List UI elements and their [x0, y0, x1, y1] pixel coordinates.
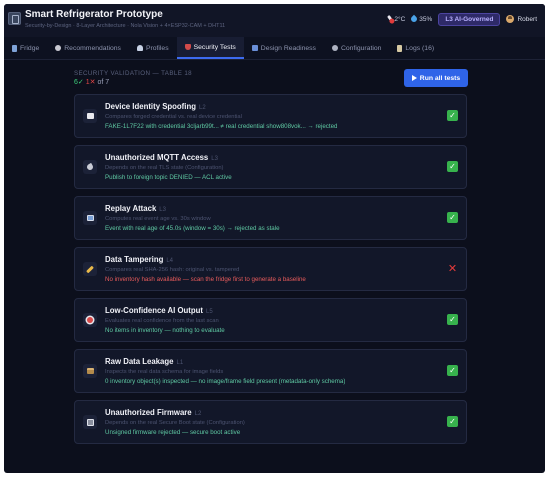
test-card-unauthorized-firmware: Unauthorized Firmware L2 Depends on the r…	[74, 400, 467, 444]
tab-label: Logs (16)	[405, 44, 435, 52]
target-icon	[83, 313, 97, 327]
test-level: L2	[194, 411, 202, 417]
test-description: Inspects the real data schema for image …	[105, 369, 224, 375]
tab-configuration[interactable]: Configuration	[324, 37, 389, 59]
tab-label: Profiles	[145, 44, 169, 52]
pass-check-icon: ✓	[447, 110, 458, 121]
chart-icon	[251, 45, 258, 51]
tab-bar: Fridge Recommendations Profiles Security…	[4, 37, 545, 60]
pencil-icon	[83, 262, 97, 276]
box-icon	[83, 364, 97, 378]
play-icon	[411, 75, 417, 81]
pass-check-icon: ✓	[447, 365, 458, 376]
app-title: Smart Refrigerator Prototype	[25, 9, 163, 20]
floppy-icon	[83, 415, 97, 429]
pass-check-icon: ✓	[447, 161, 458, 172]
run-all-tests-label: Run all tests	[419, 74, 461, 82]
test-title: Unauthorized MQTT Access L3	[105, 153, 218, 162]
tab-recommendations[interactable]: Recommendations	[47, 37, 129, 59]
test-card-low-confidence-ai-output: Low-Confidence AI Output L5 Evaluates rea…	[74, 298, 467, 342]
pass-check-icon: ✓	[447, 416, 458, 427]
test-title: Replay Attack L3	[105, 204, 166, 213]
pass-check-icon: ✓	[447, 314, 458, 325]
test-card-data-tampering: Data Tampering L4 Compares real SHA-256 h…	[74, 247, 467, 291]
pass-check-icon: ✓	[447, 212, 458, 223]
test-description: Computes real event age vs. 30s window	[105, 216, 211, 222]
test-level: L3	[211, 156, 218, 162]
test-result: Unsigned firmware rejected — secure boot…	[105, 429, 241, 436]
test-description: Depends on the real TLS state (Configura…	[105, 165, 224, 171]
tab-logs[interactable]: Logs (16)	[389, 37, 442, 59]
test-description: Depends on the real Secure Boot state (C…	[105, 420, 245, 426]
test-result: No inventory hash available — scan the f…	[105, 276, 306, 283]
user-name: Robert	[517, 15, 537, 23]
test-result: Event with real age of 45.0s (window = 3…	[105, 225, 280, 232]
test-card-device-identity-spoofing: Device Identity Spoofing L2 Compares forg…	[74, 94, 467, 138]
humidity-value: 35%	[419, 15, 433, 23]
total-count: of 7	[97, 79, 110, 86]
fridge-icon	[12, 44, 17, 52]
satellite-icon	[83, 160, 97, 174]
humidity-readout: 35%	[410, 14, 433, 24]
replay-icon	[83, 211, 97, 225]
test-result: 0 inventory object(s) inspected — no ima…	[105, 378, 346, 385]
logs-icon	[397, 44, 403, 52]
tab-fridge[interactable]: Fridge	[4, 37, 47, 59]
security-tests-panel: SECURITY VALIDATION — TABLE 18 6✓ 1✕ of …	[4, 61, 545, 473]
droplet-icon	[410, 14, 419, 24]
governance-level-badge: L3 AI-Governed	[438, 12, 501, 26]
tab-profiles[interactable]: Profiles	[129, 37, 177, 59]
app-window: Smart Refrigerator Prototype Security-by…	[4, 4, 545, 473]
thermometer-icon	[387, 14, 395, 24]
run-all-tests-button[interactable]: Run all tests	[404, 69, 468, 87]
test-level: L1	[176, 360, 184, 366]
test-result: Publish to foreign topic DENIED — ACL ac…	[105, 174, 232, 181]
tab-design-readiness[interactable]: Design Readiness	[244, 37, 324, 59]
section-label: SECURITY VALIDATION — TABLE 18	[74, 70, 193, 77]
envelope-icon	[83, 109, 97, 123]
header-status-bar: 2°C 35% L3 AI-Governed Robert	[387, 12, 537, 26]
tab-label: Recommendations	[64, 44, 121, 52]
test-title: Low-Confidence AI Output L5	[105, 306, 213, 315]
test-level: L4	[166, 258, 174, 264]
test-card-replay-attack: Replay Attack L3 Computes real event age …	[74, 196, 467, 240]
app-subtitle: Security-by-Design · 8-Layer Architectur…	[25, 23, 226, 29]
temperature-readout: 2°C	[387, 14, 406, 24]
failed-count: 1✕	[85, 79, 96, 86]
user-menu[interactable]: Robert	[506, 15, 537, 23]
tab-label: Design Readiness	[260, 44, 316, 52]
test-level: L2	[198, 105, 206, 111]
test-title: Data Tampering L4	[105, 255, 174, 264]
app-header: Smart Refrigerator Prototype Security-by…	[4, 4, 545, 37]
recommendations-icon	[55, 45, 62, 51]
test-description: Compares real SHA-256 hash: original vs.…	[105, 267, 240, 273]
test-title: Raw Data Leakage L1	[105, 357, 184, 366]
user-avatar-icon	[506, 15, 515, 23]
test-title: Unauthorized Firmware L2	[105, 408, 202, 417]
profiles-icon	[136, 45, 143, 51]
test-level: L5	[206, 309, 213, 315]
fridge-logo-icon	[8, 12, 21, 25]
test-card-raw-data-leakage: Raw Data Leakage L1 Inspects the real dat…	[74, 349, 467, 393]
test-title: Device Identity Spoofing L2	[105, 102, 206, 111]
test-tally: 6✓ 1✕ of 7	[74, 78, 109, 86]
test-description: Evaluates real confidence from the last …	[105, 318, 219, 324]
shield-icon	[184, 44, 191, 50]
test-description: Compares forged credential vs. real devi…	[105, 114, 242, 120]
test-card-unauthorized-mqtt-access: Unauthorized MQTT Access L3 Depends on th…	[74, 145, 467, 189]
temperature-value: 2°C	[394, 15, 406, 23]
gear-icon	[331, 45, 338, 51]
tab-label: Security Tests	[193, 43, 236, 51]
tab-security-tests[interactable]: Security Tests	[176, 37, 244, 59]
tab-label: Fridge	[20, 44, 40, 52]
tab-label: Configuration	[340, 44, 382, 52]
test-result: FAKE-1L7F22 with credential 3cljarb99t..…	[105, 123, 338, 130]
test-level: L3	[159, 207, 166, 213]
test-result: No items in inventory — nothing to evalu…	[105, 327, 225, 334]
passed-count: 6✓	[74, 79, 84, 86]
fail-cross-icon: ✕	[447, 263, 458, 275]
